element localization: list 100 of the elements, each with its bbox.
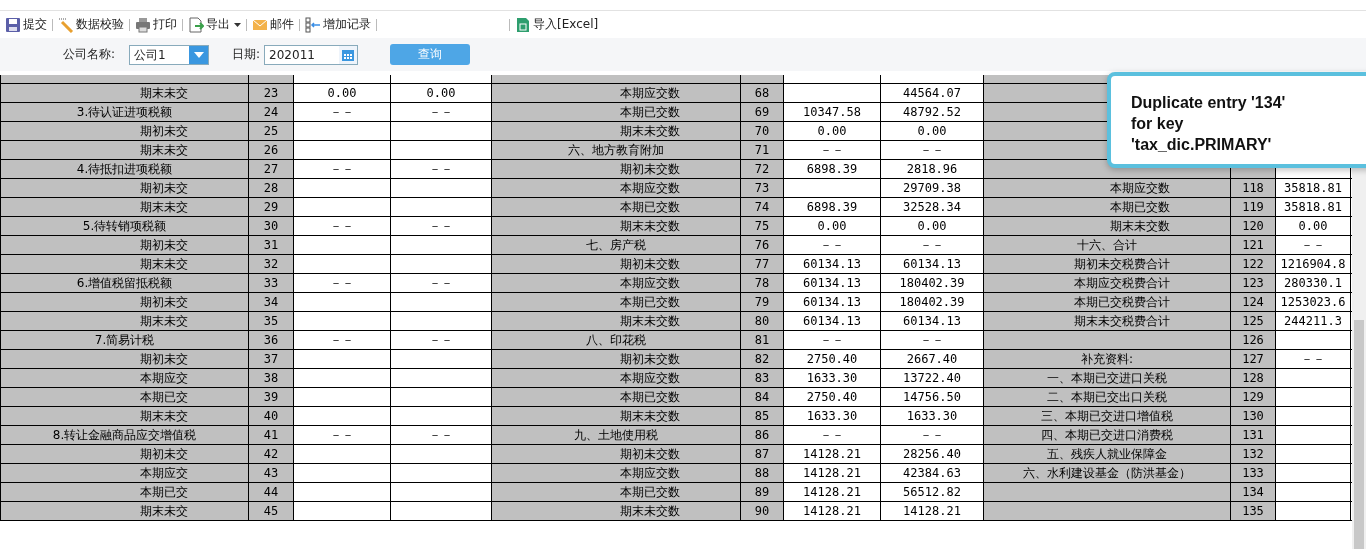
table-cell: 69 — [741, 103, 784, 121]
table-cell: 期初未交 — [1, 445, 249, 463]
table-cell: 期末未交数 — [492, 407, 741, 425]
calendar-icon[interactable] — [341, 47, 356, 62]
table-cell: 68 — [741, 84, 784, 102]
table-cell: 本期已交 — [1, 483, 249, 501]
table-cell: 131 — [1231, 426, 1276, 444]
table-cell: 本期应交数 — [492, 369, 741, 387]
table-cell: 128 — [1231, 369, 1276, 387]
table-cell: 四、本期已交进口消费税 — [984, 426, 1231, 444]
table-cell: 一、本期已交进口关税 — [984, 369, 1231, 387]
add-record-icon — [305, 16, 321, 33]
table-cell: 70 — [741, 122, 784, 140]
table-cell: 期初未交 — [1, 236, 249, 254]
table-cell: 40 — [249, 407, 294, 425]
table-cell: 期初未交数 — [492, 160, 741, 178]
table-cell: 本期已交数 — [492, 103, 741, 121]
table-cell: 本期已交数 — [984, 198, 1231, 216]
table-cell: 29 — [249, 198, 294, 216]
table-cell: 42 — [249, 445, 294, 463]
table-cell: 118 — [1231, 179, 1276, 197]
table-cell: 十六、合计 — [984, 236, 1231, 254]
date-label: 日期: — [232, 46, 261, 63]
table-cell: 本期应交 — [1, 464, 249, 482]
table-cell: 23 — [249, 84, 294, 102]
save-icon — [5, 16, 21, 33]
table-cell: 34 — [249, 293, 294, 311]
table-cell: 86 — [741, 426, 784, 444]
table-cell: 73 — [741, 179, 784, 197]
toolbar-button[interactable]: 增加记录 — [302, 16, 374, 33]
table-cell: 80 — [741, 312, 784, 330]
table-cell: 本期已交税费合计 — [984, 293, 1231, 311]
table-cell: 期末未交税费合计 — [984, 312, 1231, 330]
import-button[interactable]: 导入[Excel] — [512, 16, 602, 33]
table-cell: 期末未交 — [1, 312, 249, 330]
printer-icon — [135, 16, 151, 33]
table-cell: 84 — [741, 388, 784, 406]
table-cell: 32 — [249, 255, 294, 273]
table-cell: 本期应交数 — [492, 274, 741, 292]
table-cell: 71 — [741, 141, 784, 159]
table-cell: 期末未交数 — [492, 312, 741, 330]
date-field[interactable]: 202011 — [264, 44, 359, 65]
table-cell: 二、本期已交出口关税 — [984, 388, 1231, 406]
error-message: Duplicate entry '134' for key 'tax_dic.PRIMARY' — [1131, 93, 1287, 155]
toolbar-button[interactable]: 导出 — [185, 16, 244, 33]
table-cell: 37 — [249, 350, 294, 368]
toolbar-button[interactable]: 提交 — [2, 16, 50, 33]
table-cell: 87 — [741, 445, 784, 463]
table-cell: 本期应交税费合计 — [984, 274, 1231, 292]
table-cell: 七、房产税 — [492, 236, 741, 254]
table-cell: 期末未交数 — [984, 217, 1231, 235]
table-cell: 25 — [249, 122, 294, 140]
wand-icon — [58, 16, 74, 33]
table-cell: 119 — [1231, 198, 1276, 216]
table-cell: 126 — [1231, 331, 1276, 349]
excel-icon — [515, 16, 531, 33]
table-cell: 125 — [1231, 312, 1276, 330]
toolbar-button[interactable]: 数据校验 — [55, 16, 127, 33]
table-cell: 121 — [1231, 236, 1276, 254]
table-cell: 期初未交 — [1, 122, 249, 140]
table-cell: 期末未交 — [1, 198, 249, 216]
table-cell: 本期应交数 — [492, 179, 741, 197]
toolbar-button[interactable]: 打印 — [132, 16, 180, 33]
table-cell: 六、水利建设基金（防洪基金） — [984, 464, 1231, 482]
table-cell: 124 — [1231, 293, 1276, 311]
table-cell: 43 — [249, 464, 294, 482]
table-cell: 26 — [249, 141, 294, 159]
table-cell: 127 — [1231, 350, 1276, 368]
table-cell: 41 — [249, 426, 294, 444]
table-cell: 期末未交数 — [492, 217, 741, 235]
table-cell: 期初未交税费合计 — [984, 255, 1231, 273]
table-cell: 77 — [741, 255, 784, 273]
table-cell: 79 — [741, 293, 784, 311]
table-cell: 130 — [1231, 407, 1276, 425]
table-cell: 期末未交数 — [492, 122, 741, 140]
table-cell: 期初未交数 — [492, 255, 741, 273]
table-cell: 123 — [1231, 274, 1276, 292]
table-cell: 81 — [741, 331, 784, 349]
table-cell: 本期应交数 — [492, 84, 741, 102]
table-cell: 期初未交 — [1, 350, 249, 368]
table-cell: 期末未交 — [1, 141, 249, 159]
table-cell: 期初未交 — [1, 179, 249, 197]
table-cell: 44 — [249, 483, 294, 501]
toolbar-button[interactable]: 邮件 — [249, 16, 297, 33]
table-cell: 本期应交数 — [984, 179, 1231, 197]
company-select[interactable]: 公司1 — [129, 44, 210, 65]
table-cell: 本期已交数 — [492, 483, 741, 501]
table-cell: 8.转让金融商品应交增值税 — [1, 426, 249, 444]
table-cell: 期末未交数 — [492, 502, 741, 520]
table-cell: 132 — [1231, 445, 1276, 463]
table-cell: 38 — [249, 369, 294, 387]
table-cell: 27 — [249, 160, 294, 178]
table-cell: 期初未交数 — [492, 350, 741, 368]
table-cell: 72 — [741, 160, 784, 178]
table-cell: 30 — [249, 217, 294, 235]
table-cell: 31 — [249, 236, 294, 254]
table-cell: 122 — [1231, 255, 1276, 273]
table-cell: 134 — [1231, 483, 1276, 501]
table-cell: 7.简易计税 — [1, 331, 249, 349]
table-cell: 五、残疾人就业保障金 — [984, 445, 1231, 463]
